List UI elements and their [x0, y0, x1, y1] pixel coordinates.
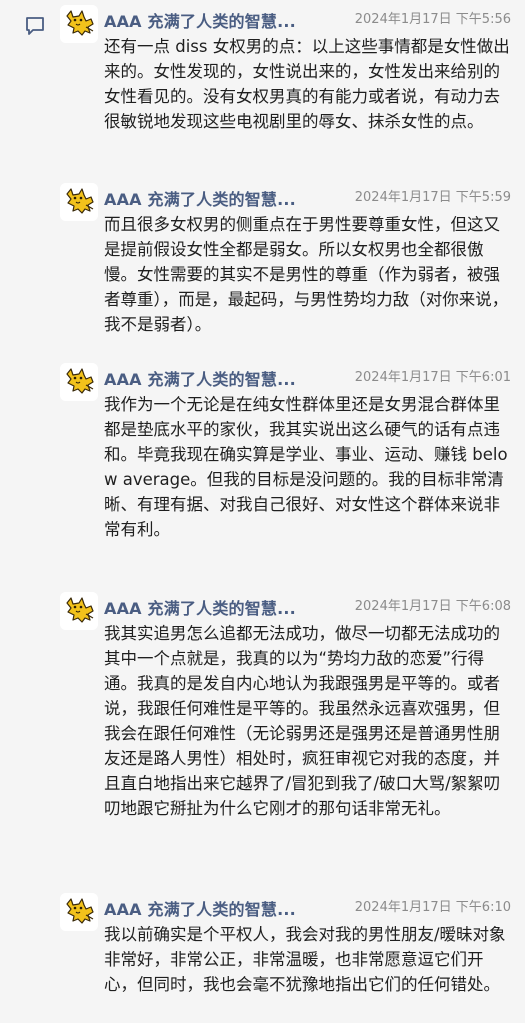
avatar[interactable]	[60, 5, 98, 43]
timestamp: 2024年1月17日 下午5:56	[354, 12, 511, 27]
sender-name[interactable]: AAA 充满了人类的智慧...	[104, 366, 296, 390]
cat-avatar-icon	[60, 363, 98, 401]
comment-icon[interactable]	[24, 15, 46, 37]
cat-avatar-icon	[60, 5, 98, 43]
message-text: 我其实追男怎么追都无法成功，做尽一切都无法成功的其中一个点就是，我真的以为“势均…	[104, 624, 501, 818]
cat-avatar-icon	[60, 893, 98, 931]
message-text: 还有一点 diss 女权男的点：以上这些事情都是女性做出来的。女性发现的，女性说…	[104, 37, 510, 131]
avatar[interactable]	[60, 183, 98, 221]
cat-avatar-icon	[60, 183, 98, 221]
timestamp: 2024年1月17日 下午6:01	[354, 370, 511, 385]
timestamp: 2024年1月17日 下午5:59	[354, 190, 511, 205]
cat-avatar-icon	[60, 592, 98, 630]
message-text: 我作为一个无论是在纯女性群体里还是女男混合群体里都是垫底水平的家伙，我其实说出这…	[104, 395, 508, 539]
sender-name[interactable]: AAA 充满了人类的智慧...	[104, 595, 296, 619]
timestamp: 2024年1月17日 下午6:08	[354, 599, 511, 614]
timestamp: 2024年1月17日 下午6:10	[354, 900, 511, 915]
message-text: 我以前确实是个平权人，我会对我的男性朋友/暧昧对象非常好，非常公正，非常温暖，也…	[104, 925, 506, 994]
message-text: 而且很多女权男的侧重点在于男性要尊重女性，但这又是提前假设女性全都是弱女。所以女…	[104, 215, 509, 334]
avatar[interactable]	[60, 363, 98, 401]
avatar[interactable]	[60, 592, 98, 630]
sender-name[interactable]: AAA 充满了人类的智慧...	[104, 8, 296, 32]
sender-name[interactable]: AAA 充满了人类的智慧...	[104, 186, 296, 210]
avatar[interactable]	[60, 893, 98, 931]
sender-name[interactable]: AAA 充满了人类的智慧...	[104, 896, 296, 920]
